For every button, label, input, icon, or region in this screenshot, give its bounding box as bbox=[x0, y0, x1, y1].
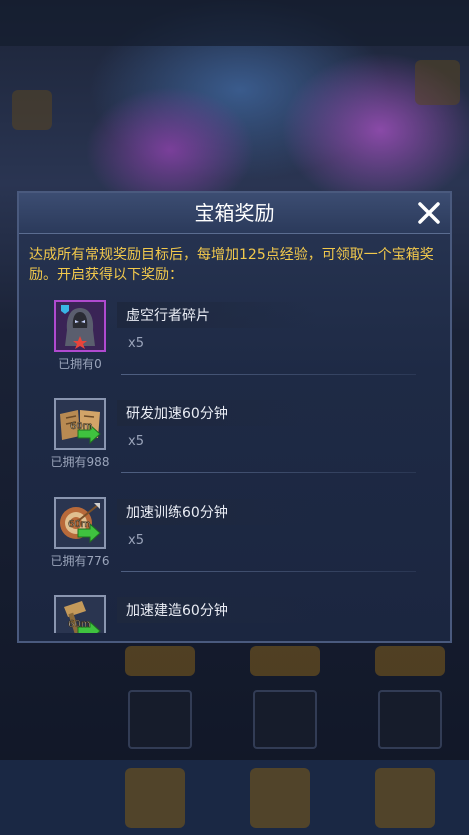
duration-badge: 60m bbox=[68, 519, 90, 530]
reward-quantity: x5 bbox=[128, 533, 144, 548]
dialog-title: 宝箱奖励 bbox=[194, 201, 275, 225]
duration-badge: 60m bbox=[70, 421, 92, 432]
owned-count: 已拥有0 bbox=[58, 357, 102, 371]
divider bbox=[121, 472, 416, 473]
reward-name: 虚空行者碎片 bbox=[126, 308, 210, 324]
background-item bbox=[250, 768, 310, 828]
background-button bbox=[125, 646, 195, 676]
background-icon bbox=[12, 90, 52, 130]
training-speedup-icon: 60m bbox=[54, 497, 106, 549]
close-button[interactable] bbox=[414, 198, 444, 228]
research-speedup-icon: 60m bbox=[54, 398, 106, 450]
reward-item: 60m 已拥有776 加速训练60分钟 x5 bbox=[21, 485, 448, 583]
owned-count: 已拥有776 bbox=[50, 554, 110, 568]
reward-list[interactable]: 已拥有0 虚空行者碎片 x5 60m 已拥有988 研发加速60分钟 x5 60… bbox=[21, 288, 448, 633]
reward-name: 研发加速60分钟 bbox=[126, 406, 228, 422]
background-slot bbox=[253, 690, 317, 749]
build-speedup-icon: 60m bbox=[54, 595, 106, 633]
reward-item: 已拥有0 虚空行者碎片 x5 bbox=[21, 288, 448, 386]
divider bbox=[121, 374, 416, 375]
background-item bbox=[125, 768, 185, 828]
background-item bbox=[375, 768, 435, 828]
background-button bbox=[375, 646, 445, 676]
close-icon bbox=[418, 202, 440, 224]
reward-quantity: x5 bbox=[128, 336, 144, 351]
divider bbox=[121, 571, 416, 572]
owned-count: 已拥有988 bbox=[50, 455, 110, 469]
reward-item: 60m 加速建造60分钟 bbox=[21, 583, 448, 633]
background-icon bbox=[415, 60, 460, 105]
background-slot bbox=[378, 690, 442, 749]
background-button bbox=[250, 646, 320, 676]
dialog-header: 宝箱奖励 bbox=[19, 193, 450, 234]
background-slot bbox=[128, 690, 192, 749]
reward-item: 60m 已拥有988 研发加速60分钟 x5 bbox=[21, 386, 448, 484]
reward-name: 加速建造60分钟 bbox=[126, 603, 228, 619]
reward-name: 加速训练60分钟 bbox=[126, 505, 228, 521]
chest-reward-dialog: 宝箱奖励 达成所有常规奖励目标后，每增加125点经验，可领取一个宝箱奖励。开启获… bbox=[17, 191, 452, 643]
background-top-bar bbox=[0, 0, 469, 46]
void-walker-shard-icon bbox=[54, 300, 106, 352]
reward-quantity: x5 bbox=[128, 434, 144, 449]
duration-badge: 60m bbox=[68, 619, 90, 630]
dialog-description: 达成所有常规奖励目标后，每增加125点经验，可领取一个宝箱奖励。开启获得以下奖励… bbox=[29, 247, 434, 283]
